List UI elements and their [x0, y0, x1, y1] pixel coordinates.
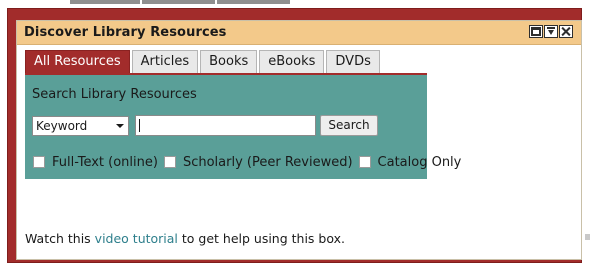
library-search-widget: Discover Library Resources All Resources…: [16, 20, 582, 260]
text-cursor: [139, 119, 140, 132]
search-button[interactable]: Search: [320, 115, 378, 136]
tab-articles[interactable]: Articles: [131, 50, 199, 74]
tab-books[interactable]: Books: [200, 50, 258, 74]
tab-all-resources[interactable]: All Resources: [25, 50, 130, 74]
dock-icon: [546, 27, 556, 36]
widget-title: Discover Library Resources: [24, 25, 227, 40]
search-input[interactable]: [135, 115, 316, 136]
catalog-only-label: Catalog Only: [377, 154, 462, 170]
search-heading: Search Library Resources: [32, 87, 197, 102]
resource-tabs: All Resources Articles Books eBooks DVDs: [25, 50, 380, 74]
close-icon: [561, 27, 571, 36]
search-filters: Full-Text (online) Scholarly (Peer Revie…: [33, 153, 467, 171]
edge-mark: [585, 234, 590, 240]
chevron-down-icon: [116, 124, 124, 128]
catalog-only-checkbox[interactable]: [358, 156, 371, 168]
help-text: Watch this video tutorial to get help us…: [25, 231, 345, 246]
scholarly-checkbox[interactable]: [163, 156, 176, 168]
video-tutorial-link[interactable]: video tutorial: [95, 231, 178, 246]
top-strip-segment: [142, 0, 215, 4]
widget-titlebar: Discover Library Resources: [17, 21, 581, 45]
search-field-select-value: Keyword: [36, 119, 88, 133]
help-text-after: to get help using this box.: [177, 231, 345, 246]
help-text-before: Watch this: [25, 231, 95, 246]
search-panel: Search Library Resources Keyword Search …: [25, 75, 461, 179]
full-text-label: Full-Text (online): [52, 154, 158, 170]
scholarly-label: Scholarly (Peer Reviewed): [182, 154, 353, 170]
top-strip-segment: [70, 0, 140, 4]
restore-icon: [531, 27, 541, 36]
close-button[interactable]: [559, 25, 573, 38]
filter-catalog-only[interactable]: Catalog Only: [358, 154, 462, 170]
window-buttons: [529, 25, 573, 38]
restore-button[interactable]: [529, 25, 543, 38]
dock-button[interactable]: [544, 25, 558, 38]
full-text-checkbox[interactable]: [33, 156, 45, 168]
filter-full-text[interactable]: Full-Text (online): [33, 155, 158, 170]
top-strip-segment: [217, 0, 290, 4]
filter-scholarly[interactable]: Scholarly (Peer Reviewed): [163, 154, 353, 170]
tab-dvds[interactable]: DVDs: [326, 50, 380, 74]
tab-ebooks[interactable]: eBooks: [259, 50, 325, 74]
search-field-select[interactable]: Keyword: [32, 116, 129, 136]
